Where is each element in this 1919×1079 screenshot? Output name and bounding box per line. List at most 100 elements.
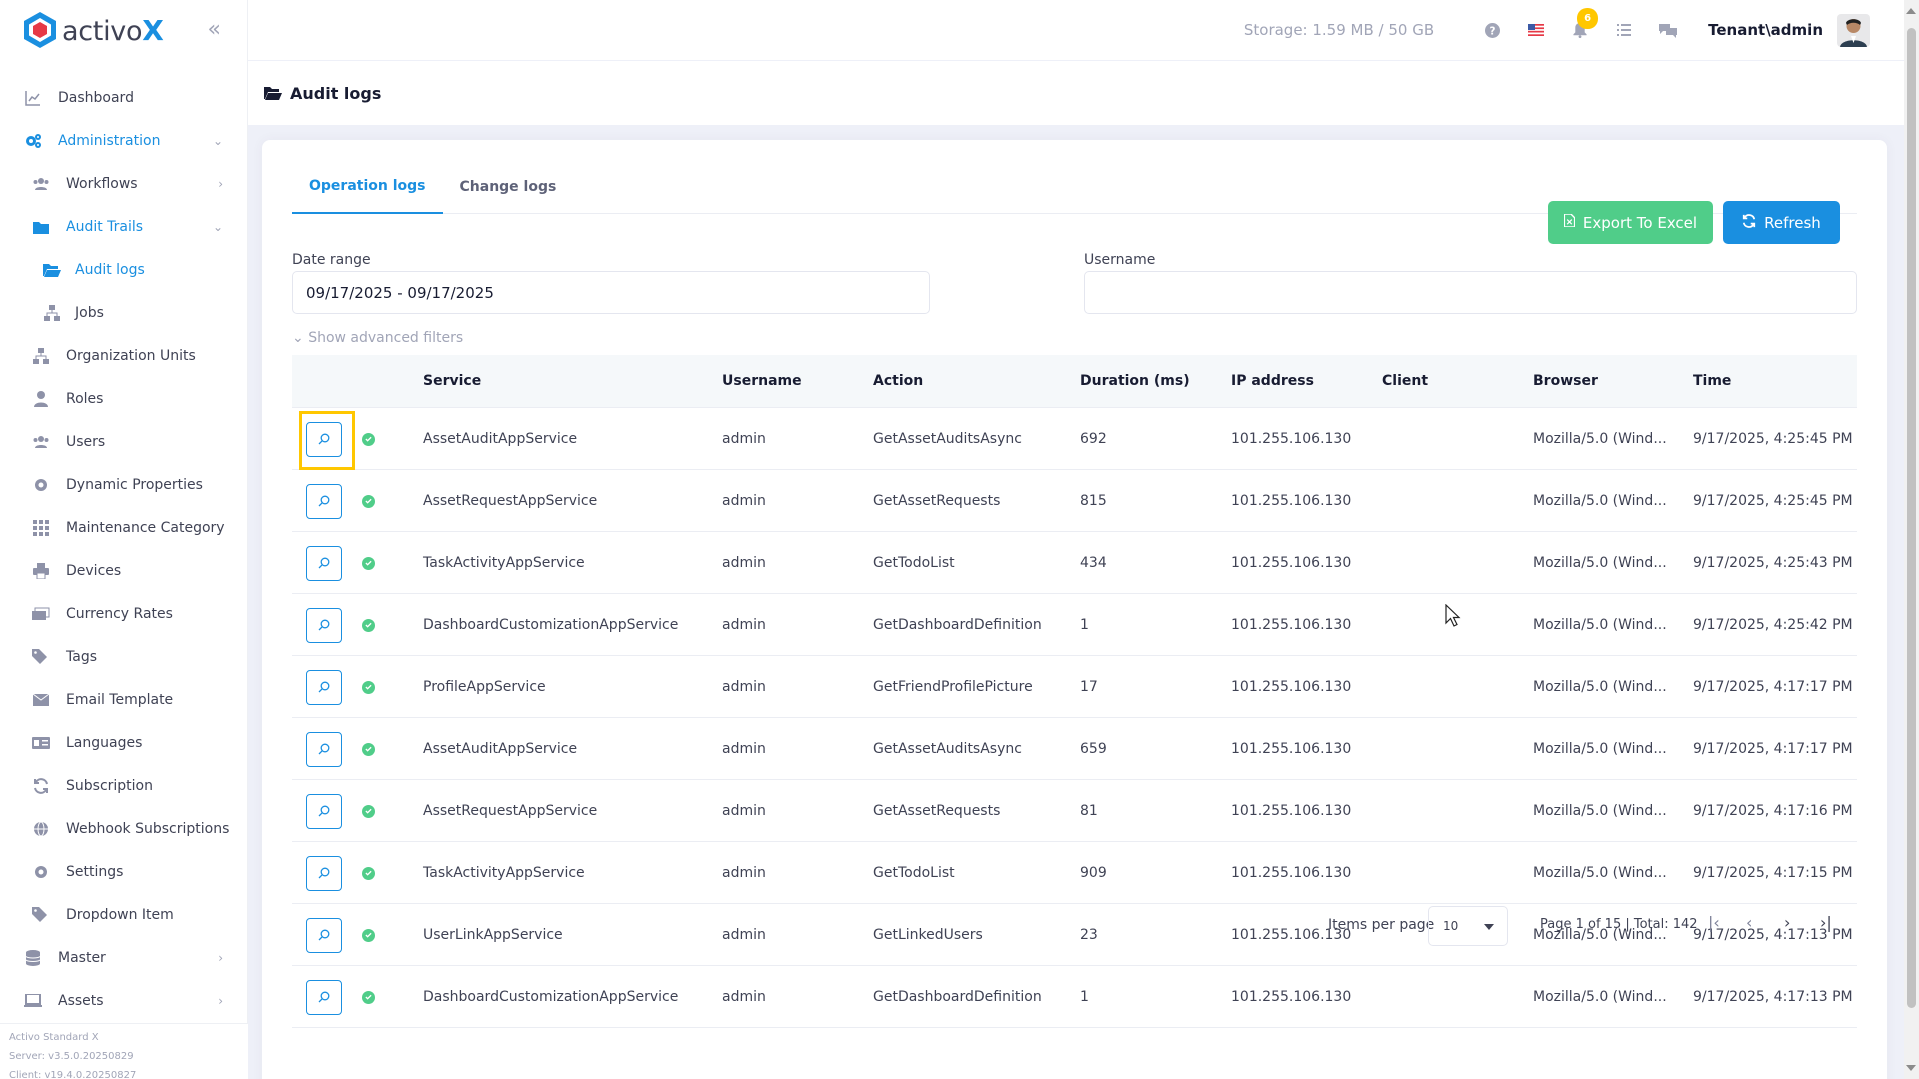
sidebar-item-currency-rates[interactable]: Currency Rates: [0, 592, 247, 635]
chat-icon[interactable]: [1657, 19, 1679, 41]
client-version: Client: v19.4.0.20250827: [9, 1070, 137, 1079]
username-input[interactable]: [1084, 271, 1857, 314]
sidebar-item-dashboard[interactable]: Dashboard: [0, 76, 247, 119]
sidebar-item-dynamic-properties[interactable]: Dynamic Properties: [0, 463, 247, 506]
sidebar-item-master[interactable]: Master ›: [0, 936, 247, 979]
username-label: Username: [1084, 252, 1156, 268]
next-page-icon[interactable]: ›: [1784, 913, 1790, 932]
column-header-action[interactable]: Action: [873, 373, 923, 389]
avatar[interactable]: [1837, 13, 1870, 47]
cell-time: 9/17/2025, 4:25:45 PM: [1693, 431, 1853, 447]
collapse-sidebar-button[interactable]: «: [208, 17, 221, 42]
sidebar-item-audit-trails[interactable]: Audit Trails ⌄: [0, 205, 247, 248]
sidebar-item-dropdown-item[interactable]: Dropdown Item: [0, 893, 247, 936]
items-per-page-label: Items per page: [1328, 917, 1435, 933]
sidebar-item-workflows[interactable]: Workflows ›: [0, 162, 247, 205]
column-header-duration[interactable]: Duration (ms): [1080, 373, 1190, 389]
current-user[interactable]: Tenant\admin: [1708, 21, 1823, 39]
tasks-list-icon[interactable]: [1613, 19, 1635, 41]
items-per-page-select[interactable]: 10: [1428, 906, 1508, 946]
cell-time: 9/17/2025, 4:25:42 PM: [1693, 617, 1853, 633]
grid-icon: [32, 519, 50, 537]
view-details-button[interactable]: [306, 669, 342, 705]
user-tie-icon: [32, 390, 50, 408]
tab-change-logs[interactable]: Change logs: [443, 160, 574, 214]
scroll-thumb[interactable]: [1907, 28, 1916, 1008]
refresh-button[interactable]: Refresh: [1723, 201, 1840, 244]
view-details-button[interactable]: [306, 731, 342, 767]
cell-service: TaskActivityAppService: [423, 555, 585, 571]
view-details-button[interactable]: [306, 607, 342, 643]
prev-page-icon[interactable]: ‹: [1746, 913, 1752, 932]
view-details-button[interactable]: [306, 793, 342, 829]
caret-down-icon: [1484, 924, 1494, 930]
column-header-client[interactable]: Client: [1382, 373, 1428, 389]
first-page-icon[interactable]: |‹: [1708, 913, 1720, 932]
sidebar-item-maintenance-category[interactable]: Maintenance Category: [0, 506, 247, 549]
cell-status: [362, 656, 375, 718]
tab-operation-logs[interactable]: Operation logs: [292, 160, 443, 214]
view-details-button[interactable]: [306, 483, 342, 519]
cell-duration: 659: [1080, 741, 1107, 757]
sidebar-item-subscription[interactable]: Subscription: [0, 764, 247, 807]
cell-username: admin: [722, 803, 766, 819]
sidebar-item-roles[interactable]: Roles: [0, 377, 247, 420]
sidebar-item-administration[interactable]: Administration ⌄: [0, 119, 247, 162]
sidebar-item-organization-units[interactable]: Organization Units: [0, 334, 247, 377]
cell-view: [306, 594, 342, 656]
cell-service: AssetAuditAppService: [423, 431, 578, 447]
cog-icon: [32, 476, 50, 494]
sidebar-item-settings[interactable]: Settings: [0, 850, 247, 893]
sidebar-item-tags[interactable]: Tags: [0, 635, 247, 678]
help-icon[interactable]: ?: [1481, 19, 1503, 41]
cell-duration: 692: [1080, 431, 1107, 447]
table-header: Service Username Action Duration (ms) IP…: [292, 355, 1857, 408]
sync-icon: [32, 777, 50, 795]
printer-icon: [32, 562, 50, 580]
cell-status: [362, 966, 375, 1028]
sidebar-item-webhook-subscriptions[interactable]: Webhook Subscriptions: [0, 807, 247, 850]
page-scrollbar[interactable]: [1904, 0, 1919, 1079]
cell-view: [306, 966, 342, 1028]
last-page-icon[interactable]: ›|: [1820, 913, 1832, 932]
bell-icon[interactable]: 6: [1569, 8, 1599, 41]
us-flag-icon[interactable]: [1525, 19, 1547, 41]
version-info: Activo Standard X Server: v3.5.0.2025082…: [0, 1023, 248, 1079]
cell-time: 9/17/2025, 4:25:43 PM: [1693, 555, 1853, 571]
column-header-browser[interactable]: Browser: [1533, 373, 1598, 389]
search-icon: [318, 805, 330, 817]
show-advanced-filters-link[interactable]: ⌄ Show advanced filters: [292, 330, 463, 346]
scroll-down-arrow[interactable]: [1906, 1065, 1916, 1071]
cell-status: [362, 594, 375, 656]
scroll-up-arrow[interactable]: [1906, 8, 1916, 14]
cell-action: GetAssetRequests: [873, 493, 1001, 509]
table-row: ProfileAppService admin GetFriendProfilePi…: [292, 656, 1857, 718]
column-header-time[interactable]: Time: [1693, 373, 1731, 389]
logo-hex-icon: [24, 12, 56, 48]
cell-service: DashboardCustomizationAppService: [423, 617, 679, 633]
column-header-ip-address[interactable]: IP address: [1231, 373, 1314, 389]
view-details-button[interactable]: [306, 545, 342, 581]
table-row: AssetRequestAppService admin GetAssetReque…: [292, 780, 1857, 842]
export-to-excel-button[interactable]: Export To Excel: [1548, 201, 1713, 244]
sidebar-item-email-template[interactable]: Email Template: [0, 678, 247, 721]
view-details-button[interactable]: [306, 855, 342, 891]
view-details-button[interactable]: [306, 979, 342, 1015]
column-header-service[interactable]: Service: [423, 373, 481, 389]
table-row: TaskActivityAppService admin GetTodoList 43…: [292, 532, 1857, 594]
sidebar-item-jobs[interactable]: Jobs: [0, 291, 247, 334]
cell-view: [306, 470, 342, 532]
cell-action: GetAssetAuditsAsync: [873, 741, 1022, 757]
cell-time: 9/17/2025, 4:17:15 PM: [1693, 865, 1853, 881]
check-circle-icon: [362, 866, 375, 880]
sidebar-item-languages[interactable]: Languages: [0, 721, 247, 764]
sidebar-item-audit-logs[interactable]: Audit logs: [0, 248, 247, 291]
users-icon: [32, 433, 50, 451]
cell-username: admin: [722, 431, 766, 447]
cell-duration: 434: [1080, 555, 1107, 571]
sidebar-item-assets[interactable]: Assets ›: [0, 979, 247, 1022]
date-range-input[interactable]: 09/17/2025 - 09/17/2025: [292, 271, 930, 314]
column-header-username[interactable]: Username: [722, 373, 802, 389]
sidebar-item-users[interactable]: Users: [0, 420, 247, 463]
sidebar-item-devices[interactable]: Devices: [0, 549, 247, 592]
